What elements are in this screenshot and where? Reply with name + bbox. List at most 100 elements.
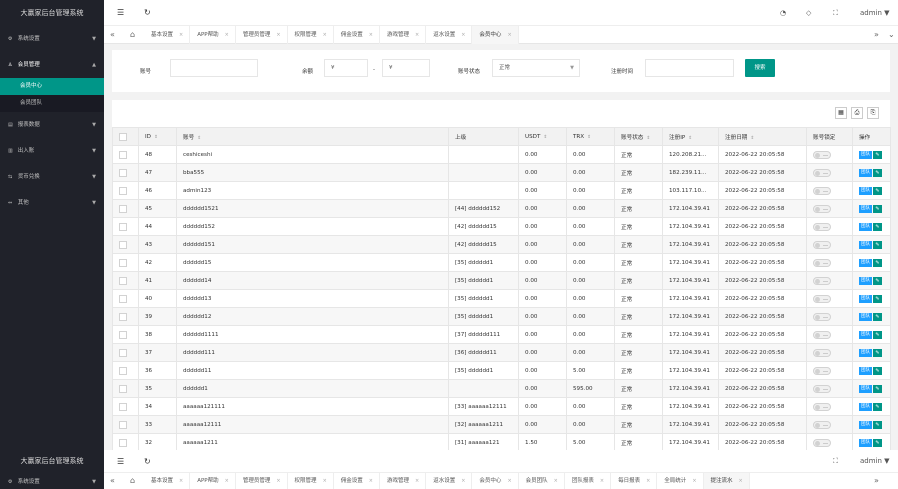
row-checkbox[interactable] bbox=[112, 379, 139, 398]
row-checkbox[interactable] bbox=[112, 163, 139, 182]
edit-icon[interactable]: ✎ bbox=[873, 384, 882, 393]
row-checkbox[interactable] bbox=[112, 415, 139, 434]
edit-icon[interactable]: ✎ bbox=[873, 222, 882, 231]
team-button[interactable]: 团队 bbox=[859, 168, 872, 177]
row-checkbox[interactable] bbox=[112, 397, 139, 416]
column-header-trx[interactable]: TRX ⇕ bbox=[566, 127, 615, 146]
tabs-scroll-right-icon[interactable]: » bbox=[874, 26, 879, 44]
toggle-switch[interactable] bbox=[813, 384, 831, 393]
lock-toggle[interactable] bbox=[806, 217, 853, 236]
tab-item[interactable]: 游戏管理 × bbox=[380, 26, 427, 44]
row-checkbox[interactable] bbox=[112, 289, 139, 308]
close-icon[interactable]: × bbox=[369, 478, 373, 484]
toggle-switch[interactable] bbox=[813, 240, 831, 249]
team-button[interactable]: 团队 bbox=[859, 258, 872, 267]
toggle-switch[interactable] bbox=[813, 204, 831, 213]
toggle-switch[interactable] bbox=[813, 276, 831, 285]
tab-item[interactable]: 团队报表 × bbox=[565, 473, 612, 489]
tab-item[interactable]: 会员中心 × bbox=[472, 473, 519, 489]
team-button[interactable]: 团队 bbox=[859, 204, 872, 213]
tab-item[interactable]: 提注流水 × bbox=[703, 473, 750, 489]
tab-item[interactable]: 会员团队 × bbox=[519, 473, 565, 489]
edit-icon[interactable]: ✎ bbox=[873, 438, 882, 447]
menu-toggle-icon[interactable]: ☰ bbox=[117, 0, 124, 26]
edit-icon[interactable]: ✎ bbox=[873, 204, 882, 213]
tab-item[interactable]: 管理员管理 × bbox=[236, 473, 288, 489]
tabs-scroll-left-icon[interactable]: « bbox=[110, 26, 115, 44]
columns-icon[interactable]: ▦ bbox=[835, 107, 847, 119]
close-icon[interactable]: × bbox=[739, 478, 743, 484]
lock-toggle[interactable] bbox=[806, 199, 853, 218]
toggle-switch[interactable] bbox=[813, 420, 831, 429]
close-icon[interactable]: × bbox=[225, 478, 229, 484]
lock-toggle[interactable] bbox=[806, 325, 853, 344]
row-checkbox[interactable] bbox=[112, 181, 139, 200]
column-header-date[interactable]: 注册日期 ⇕ bbox=[718, 127, 807, 146]
row-checkbox[interactable] bbox=[112, 307, 139, 326]
column-header-usdt[interactable]: USDT ⇕ bbox=[518, 127, 567, 146]
row-checkbox[interactable] bbox=[112, 271, 139, 290]
sidebar-subitem-member-center[interactable]: 会员中心 bbox=[0, 78, 104, 95]
team-button[interactable]: 团队 bbox=[859, 348, 872, 357]
team-button[interactable]: 团队 bbox=[859, 222, 872, 231]
edit-icon[interactable]: ✎ bbox=[873, 150, 882, 159]
close-icon[interactable]: × bbox=[554, 478, 558, 484]
balance-min-input[interactable]: ¥ bbox=[324, 59, 368, 77]
edit-icon[interactable]: ✎ bbox=[873, 366, 882, 375]
tab-item[interactable]: 基本设置 × bbox=[144, 26, 191, 44]
edit-icon[interactable]: ✎ bbox=[873, 276, 882, 285]
edit-icon[interactable]: ✎ bbox=[873, 312, 882, 321]
sidebar-item-system[interactable]: ⚙ 系统设置 ▼ bbox=[0, 26, 104, 52]
user-menu[interactable]: admin ▼ bbox=[860, 0, 890, 26]
row-checkbox[interactable] bbox=[112, 361, 139, 380]
team-button[interactable]: 团队 bbox=[859, 186, 872, 195]
tab-item[interactable]: 每日报表 × bbox=[611, 473, 658, 489]
select-all-checkbox[interactable] bbox=[112, 127, 139, 146]
tab-item[interactable]: 返水设置 × bbox=[426, 26, 473, 44]
home-icon[interactable]: ⌂ bbox=[130, 473, 135, 489]
lock-toggle[interactable] bbox=[806, 397, 853, 416]
toggle-switch[interactable] bbox=[813, 312, 831, 321]
tab-item[interactable]: 佣金设置 × bbox=[334, 26, 380, 44]
edit-icon[interactable]: ✎ bbox=[873, 240, 882, 249]
close-icon[interactable]: × bbox=[507, 32, 511, 38]
lock-toggle[interactable] bbox=[806, 235, 853, 254]
close-icon[interactable]: × bbox=[600, 478, 604, 484]
search-button[interactable]: 搜索 bbox=[745, 59, 775, 77]
toggle-switch[interactable] bbox=[813, 366, 831, 375]
row-checkbox[interactable] bbox=[112, 145, 139, 164]
team-button[interactable]: 团队 bbox=[859, 276, 872, 285]
team-button[interactable]: 团队 bbox=[859, 294, 872, 303]
tab-item[interactable]: 返水设置 × bbox=[426, 473, 473, 489]
team-button[interactable]: 团队 bbox=[859, 330, 872, 339]
regtime-input[interactable] bbox=[645, 59, 734, 77]
refresh-icon[interactable]: ↻ bbox=[144, 450, 151, 473]
lock-toggle[interactable] bbox=[806, 163, 853, 182]
close-icon[interactable]: × bbox=[225, 32, 229, 38]
column-header-id[interactable]: ID ⇕ bbox=[138, 127, 177, 146]
lock-toggle[interactable] bbox=[806, 361, 853, 380]
edit-icon[interactable]: ✎ bbox=[873, 330, 882, 339]
lock-toggle[interactable] bbox=[806, 433, 853, 450]
user-menu[interactable]: admin ▼ bbox=[860, 450, 890, 473]
toggle-switch[interactable] bbox=[813, 258, 831, 267]
close-icon[interactable]: × bbox=[415, 32, 419, 38]
lock-toggle[interactable] bbox=[806, 415, 853, 434]
tab-item[interactable]: 基本设置 × bbox=[144, 473, 191, 489]
close-icon[interactable]: × bbox=[692, 478, 696, 484]
theme-icon[interactable]: ◔ bbox=[780, 0, 786, 26]
row-checkbox[interactable] bbox=[112, 253, 139, 272]
toggle-switch[interactable] bbox=[813, 330, 831, 339]
toggle-switch[interactable] bbox=[813, 150, 831, 159]
refresh-icon[interactable]: ↻ bbox=[144, 0, 151, 26]
lock-toggle[interactable] bbox=[806, 289, 853, 308]
tab-item[interactable]: APP帮助 × bbox=[190, 473, 236, 489]
sidebar-item-exchange[interactable]: ⇆ 货币兑换 ▼ bbox=[0, 164, 104, 190]
tab-item[interactable]: 权限管理 × bbox=[288, 26, 334, 44]
team-button[interactable]: 团队 bbox=[859, 366, 872, 375]
column-header-status[interactable]: 账号状态 ⇕ bbox=[614, 127, 663, 146]
toggle-switch[interactable] bbox=[813, 294, 831, 303]
column-header-account[interactable]: 账号 ⇕ bbox=[176, 127, 449, 146]
row-checkbox[interactable] bbox=[112, 343, 139, 362]
close-icon[interactable]: × bbox=[646, 478, 650, 484]
